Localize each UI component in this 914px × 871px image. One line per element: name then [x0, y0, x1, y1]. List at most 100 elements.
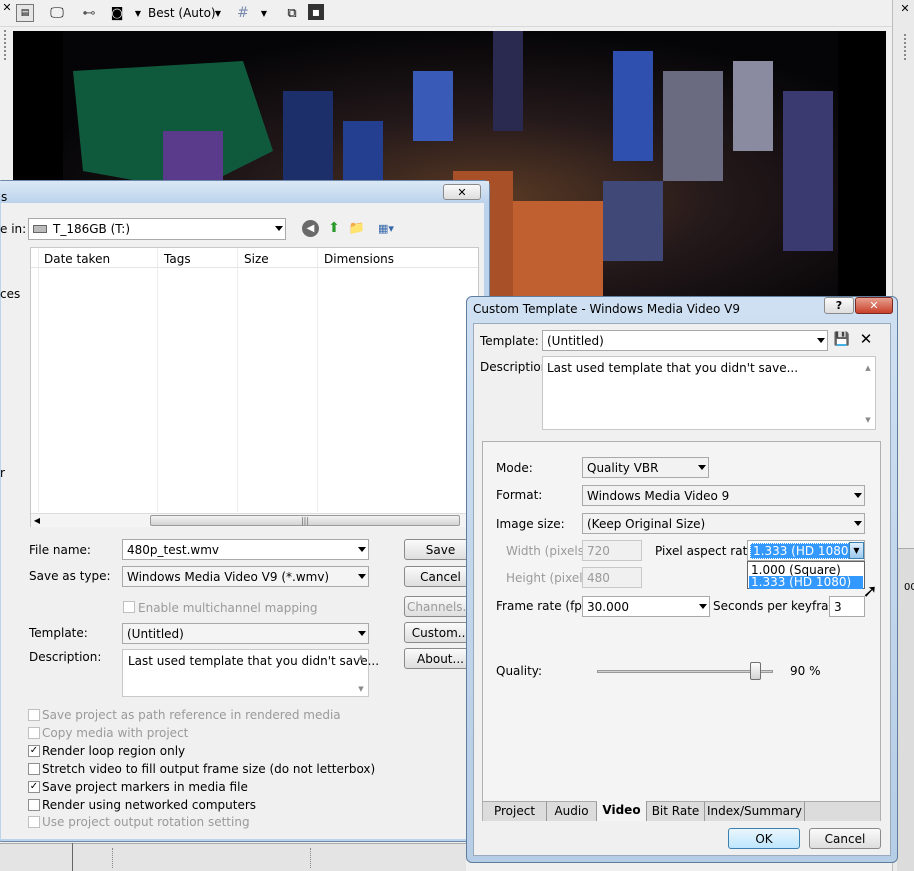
timeline-strip: [0, 843, 466, 871]
scroll-up-icon[interactable]: ▲: [863, 363, 873, 373]
tab-audio[interactable]: Audio: [547, 802, 597, 821]
ct-description-text: Last used template that you didn't save.…: [547, 361, 799, 375]
up-folder-icon[interactable]: ⬆: [325, 219, 343, 237]
option-label: Render loop region only: [42, 744, 186, 758]
par-dropdown-button[interactable]: ▼: [849, 542, 864, 559]
view-menu-icon[interactable]: ▦▾: [372, 219, 400, 237]
column-size[interactable]: Size: [244, 252, 269, 266]
ct-cancel-button[interactable]: Cancel: [809, 828, 881, 849]
option-checkbox[interactable]: [28, 799, 40, 811]
preview-dropdown-icon[interactable]: ▤: [16, 4, 34, 22]
chevron-down-icon: [854, 492, 862, 498]
quality-thumb[interactable]: [750, 662, 762, 680]
save-as-type-label: Save as type:: [29, 569, 111, 583]
split-screen-icon[interactable]: ⊷: [80, 4, 98, 22]
option-checkbox[interactable]: ✓: [28, 781, 40, 793]
column-tags[interactable]: Tags: [164, 252, 191, 266]
save-template-icon[interactable]: 💾: [834, 331, 850, 347]
preview-quality-select[interactable]: Best (Auto): [148, 6, 216, 20]
par-option-selected[interactable]: 1.333 (HD 1080): [749, 576, 863, 589]
par-select[interactable]: 1.333 (HD 1080) ▼: [747, 540, 865, 561]
grip-icon: [4, 30, 7, 60]
monitor-icon[interactable]: 🖵: [47, 4, 67, 22]
option-label: Save project as path reference in render…: [42, 708, 341, 722]
save-as-type-select[interactable]: Windows Media Video V9 (*.wmv): [122, 566, 369, 587]
file-name-label: File name:: [29, 543, 91, 557]
option-checkbox[interactable]: [28, 727, 40, 739]
image-size-value: (Keep Original Size): [587, 516, 706, 531]
column-dimensions[interactable]: Dimensions: [324, 252, 394, 266]
height-input[interactable]: 480: [582, 567, 642, 588]
tab-bit-rate[interactable]: Bit Rate: [647, 802, 705, 821]
template-select[interactable]: (Untitled): [122, 623, 369, 644]
back-icon[interactable]: ◀: [302, 220, 319, 237]
tab-index-summary[interactable]: Index/Summary: [705, 802, 805, 821]
option-checkbox[interactable]: [28, 709, 40, 721]
look-in-select[interactable]: T_186GB (T:): [28, 218, 286, 240]
width-label: Width (pixels):: [506, 544, 593, 558]
tab-project[interactable]: Project: [483, 802, 547, 821]
sidebar-fragment-1: ces: [0, 287, 21, 301]
dialog-title: s: [1, 190, 8, 204]
chevron-down-icon: [817, 337, 825, 343]
ct-template-label: Template:: [480, 334, 539, 348]
chevron-down-icon: [698, 464, 706, 470]
option-checkbox[interactable]: [28, 763, 40, 775]
scrollbar-thumb[interactable]: |||: [150, 515, 460, 526]
look-in-value: T_186GB (T:): [53, 222, 130, 236]
help-button[interactable]: ?: [824, 297, 854, 314]
scroll-left-icon[interactable]: ◀: [31, 514, 43, 527]
description-box[interactable]: Last used template that you didn't save.…: [122, 649, 379, 697]
par-label: Pixel aspect ratio:: [655, 544, 763, 558]
grid-icon[interactable]: #: [235, 4, 251, 22]
file-name-value: 480p_test.wmv: [127, 542, 219, 557]
option-label: Stretch video to fill output frame size …: [42, 762, 376, 776]
right-panel-close-icon[interactable]: ✕: [900, 2, 910, 15]
scroll-down-icon[interactable]: ▼: [356, 684, 366, 694]
option-checkbox[interactable]: [28, 816, 40, 828]
ok-button[interactable]: OK: [728, 828, 800, 849]
ct-description-box[interactable]: Last used template that you didn't save.…: [542, 356, 876, 430]
frame-rate-select[interactable]: 30.000: [582, 596, 710, 617]
image-size-select[interactable]: (Keep Original Size): [582, 513, 865, 534]
quality-value: 90 %: [790, 664, 821, 678]
chevron-down-icon: [699, 603, 707, 609]
sidebar-fragment-2: r: [0, 466, 5, 480]
option-checkbox[interactable]: ✓: [28, 745, 40, 757]
column-date-taken[interactable]: Date taken: [44, 252, 110, 266]
quality-arrow-icon[interactable]: ▼: [213, 6, 223, 20]
template-label: Template:: [29, 626, 88, 640]
ct-template-select[interactable]: (Untitled): [542, 330, 828, 351]
scroll-up-icon[interactable]: ▲: [356, 652, 366, 662]
timeline-fragment: 00: [904, 582, 914, 593]
enable-multichannel-checkbox[interactable]: [123, 601, 135, 613]
width-input[interactable]: 720: [582, 540, 642, 561]
grid-arrow-icon[interactable]: ▼: [259, 6, 269, 20]
chevron-down-icon: [275, 226, 283, 231]
tab-video[interactable]: Video: [597, 801, 647, 821]
chevron-down-icon: [358, 546, 366, 552]
mode-select[interactable]: Quality VBR: [582, 457, 709, 478]
spk-input[interactable]: 3: [829, 596, 865, 617]
format-select[interactable]: Windows Media Video 9: [582, 485, 865, 506]
dialog-close-button[interactable]: ✕: [443, 184, 481, 200]
description-label: Description:: [29, 650, 102, 664]
delete-template-icon[interactable]: ✕: [857, 330, 875, 348]
new-folder-icon[interactable]: 📁: [348, 219, 366, 237]
close-x-icon[interactable]: ✕: [2, 1, 12, 14]
file-name-input[interactable]: 480p_test.wmv: [122, 539, 369, 560]
quality-slider[interactable]: [597, 662, 773, 682]
save-snapshot-icon[interactable]: ▪: [308, 4, 324, 20]
option-label: Copy media with project: [42, 726, 189, 740]
par-dropdown-list[interactable]: 1.000 (Square) 1.333 (HD 1080): [747, 561, 865, 589]
copy-snapshot-icon[interactable]: ⧉: [283, 4, 301, 22]
mode-label: Mode:: [496, 461, 533, 475]
scroll-down-icon[interactable]: ▼: [863, 415, 873, 425]
close-button[interactable]: ✕: [855, 297, 893, 314]
look-in-label: e in:: [0, 222, 27, 236]
file-list[interactable]: Date taken Tags Size Dimensions ◀ |||: [30, 247, 479, 527]
overlay-icon[interactable]: ◙: [108, 4, 126, 22]
quality-dropdown-arrow-icon[interactable]: ▼: [133, 6, 143, 20]
horizontal-scrollbar[interactable]: ◀ |||: [31, 513, 478, 527]
preview-toolbar: ✕ ▤ 🖵 ⊷ ◙ ▼ Best (Auto) ▼ # ▼ ⧉ ▪: [0, 0, 892, 60]
